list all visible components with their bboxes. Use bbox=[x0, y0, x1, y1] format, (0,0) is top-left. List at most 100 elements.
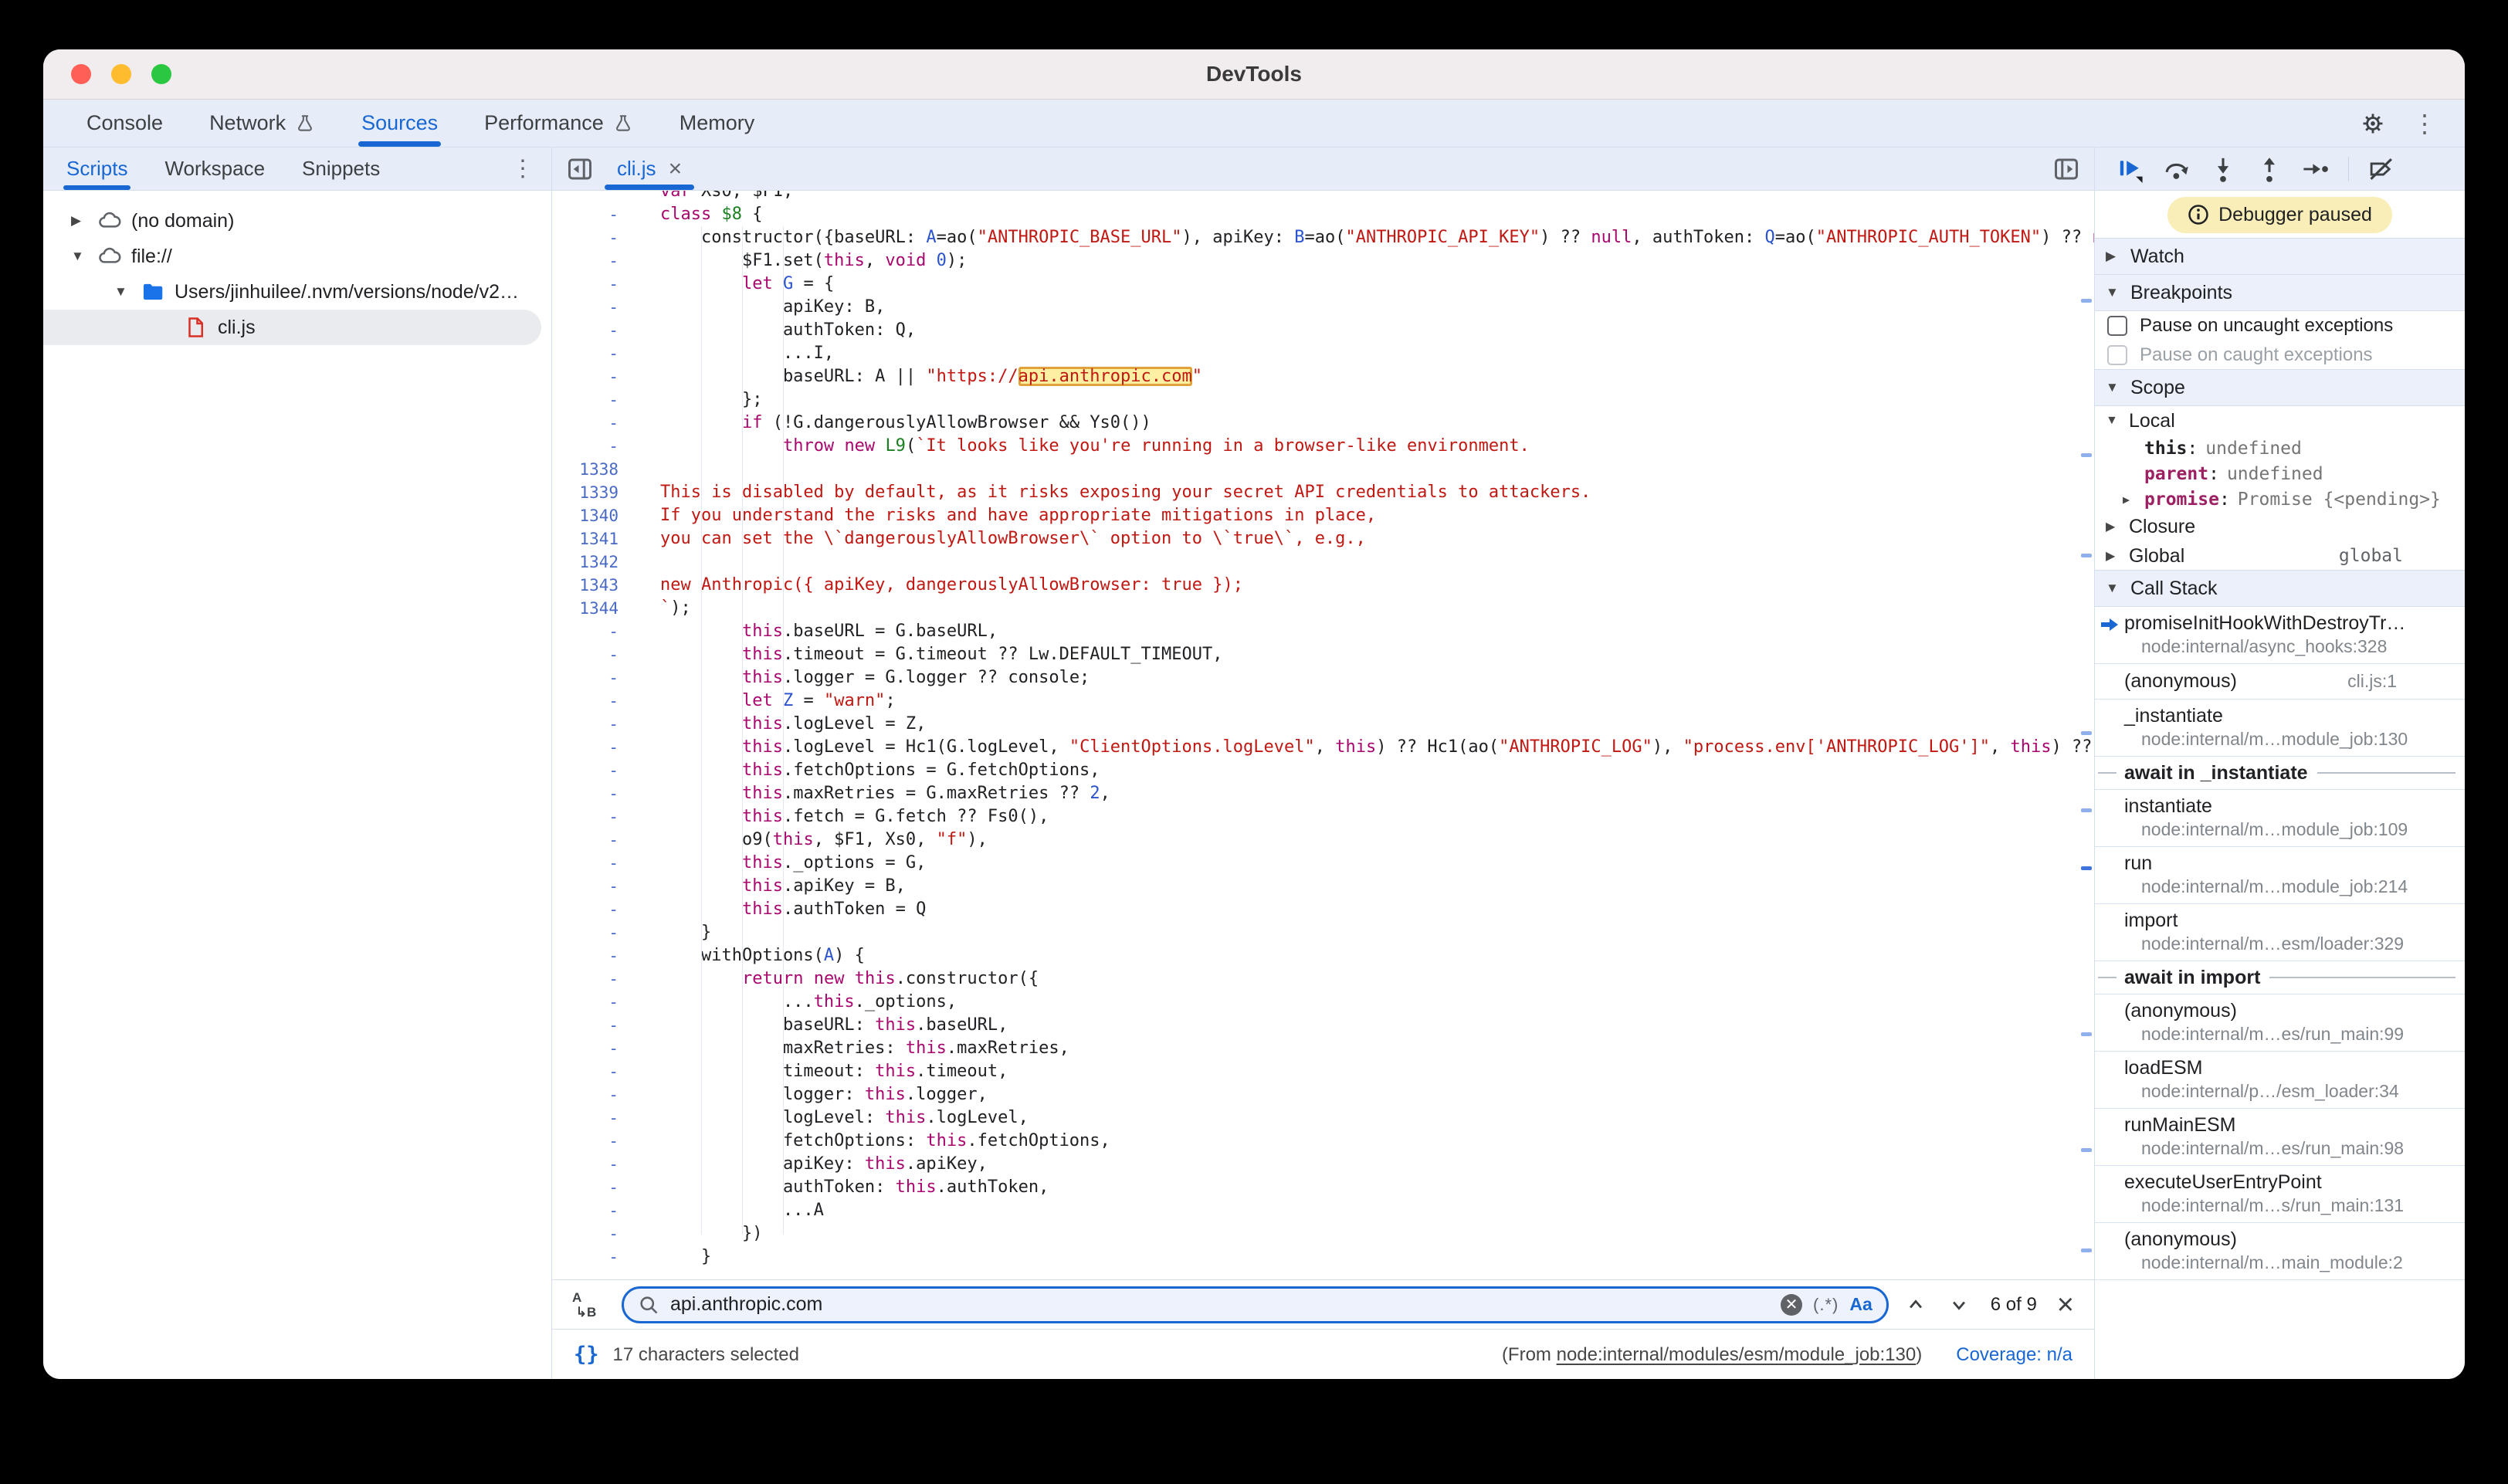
tree-item--no-domain-[interactable]: ▶(no domain) bbox=[43, 203, 551, 239]
navigator-kebab-icon[interactable]: ⋮ bbox=[511, 155, 534, 182]
call-stack-frame[interactable]: promiseInitHookWithDestroyTr…node:intern… bbox=[2095, 607, 2465, 664]
tab-sources[interactable]: Sources bbox=[338, 100, 461, 147]
checkbox-pause-on-caught-exceptions[interactable]: Pause on caught exceptions bbox=[2095, 341, 2465, 370]
line-number-gutter[interactable]: - bbox=[552, 1060, 639, 1083]
line-number-gutter[interactable]: - bbox=[552, 1245, 639, 1269]
disclosure-arrow-icon[interactable]: ▼ bbox=[71, 249, 97, 264]
checkbox-pause-on-uncaught-exceptions[interactable]: Pause on uncaught exceptions bbox=[2095, 311, 2465, 341]
section-scope[interactable]: ▼Scope bbox=[2095, 369, 2465, 406]
line-number-gutter[interactable]: - bbox=[552, 898, 639, 921]
line-number-gutter[interactable]: - bbox=[552, 273, 639, 296]
call-stack-frame[interactable]: importnode:internal/m…esm/loader:329 bbox=[2095, 904, 2465, 961]
call-stack-frame[interactable]: (anonymous)node:internal/m…main_module:2 bbox=[2095, 1223, 2465, 1280]
line-number-gutter[interactable]: - bbox=[552, 319, 639, 342]
call-stack-frame[interactable]: runMainESMnode:internal/m…es/run_main:98 bbox=[2095, 1109, 2465, 1166]
scope-var-parent[interactable]: parent:undefined bbox=[2095, 461, 2465, 486]
step-into-icon[interactable] bbox=[2209, 155, 2237, 183]
hide-debugger-panel-icon[interactable] bbox=[2052, 155, 2080, 183]
scrollbar-match-tick[interactable] bbox=[2081, 808, 2092, 812]
minimize-window-button[interactable] bbox=[111, 64, 131, 84]
line-number-gutter[interactable]: - bbox=[552, 1037, 639, 1060]
navigator-tab-scripts[interactable]: Scripts bbox=[48, 147, 146, 190]
line-number-gutter[interactable]: - bbox=[552, 689, 639, 713]
line-number-gutter[interactable]: - bbox=[552, 759, 639, 782]
tab-close-icon[interactable]: × bbox=[669, 158, 683, 181]
section-call-stack[interactable]: ▼Call Stack bbox=[2095, 570, 2465, 607]
tab-network[interactable]: Network bbox=[186, 100, 338, 147]
scope-group-local[interactable]: ▼Local bbox=[2095, 406, 2465, 435]
pretty-print-icon[interactable]: {} bbox=[574, 1343, 599, 1367]
call-stack-frame[interactable]: runnode:internal/m…module_job:214 bbox=[2095, 847, 2465, 904]
line-number-gutter[interactable]: - bbox=[552, 342, 639, 365]
settings-gear-icon[interactable] bbox=[2360, 110, 2386, 137]
line-number-gutter[interactable]: - bbox=[552, 412, 639, 435]
close-window-button[interactable] bbox=[71, 64, 91, 84]
line-number-gutter[interactable]: 1344 bbox=[552, 597, 639, 620]
step-over-icon[interactable] bbox=[2163, 155, 2191, 183]
scrollbar-match-tick[interactable] bbox=[2081, 1032, 2092, 1036]
line-number-gutter[interactable]: - bbox=[552, 1176, 639, 1199]
line-number-gutter[interactable]: 1341 bbox=[552, 527, 639, 551]
search-query[interactable]: api.anthropic.com bbox=[670, 1293, 1770, 1316]
line-number-gutter[interactable]: - bbox=[552, 1222, 639, 1245]
line-number-gutter[interactable]: - bbox=[552, 852, 639, 875]
section-breakpoints[interactable]: ▼Breakpoints bbox=[2095, 274, 2465, 311]
line-number-gutter[interactable]: - bbox=[552, 435, 639, 458]
line-number-gutter[interactable]: - bbox=[552, 666, 639, 689]
step-out-icon[interactable] bbox=[2256, 155, 2283, 183]
scope-group-closure[interactable]: ▶Closure bbox=[2095, 512, 2465, 541]
scrollbar-match-tick[interactable] bbox=[2081, 1249, 2092, 1252]
resume-icon[interactable] bbox=[2117, 155, 2144, 183]
scrollbar-match-tick[interactable] bbox=[2081, 866, 2092, 870]
previous-match-icon[interactable] bbox=[1904, 1293, 1927, 1316]
line-number-gutter[interactable]: - bbox=[552, 1106, 639, 1130]
scrollbar-match-tick[interactable] bbox=[2081, 299, 2092, 303]
tree-item-file-[interactable]: ▼file:// bbox=[43, 239, 551, 274]
line-number-gutter[interactable]: - bbox=[552, 805, 639, 828]
line-number-gutter[interactable]: - bbox=[552, 782, 639, 805]
line-number-gutter[interactable]: 1339 bbox=[552, 481, 639, 504]
line-number-gutter[interactable]: - bbox=[552, 736, 639, 759]
replace-toggle-icon[interactable]: A ↳B bbox=[572, 1290, 606, 1320]
scrollbar-match-tick[interactable] bbox=[2081, 1148, 2092, 1152]
call-stack-frame[interactable]: executeUserEntryPointnode:internal/m…s/r… bbox=[2095, 1166, 2465, 1223]
line-number-gutter[interactable]: - bbox=[552, 967, 639, 991]
line-number-gutter[interactable]: - bbox=[552, 875, 639, 898]
line-number-gutter[interactable]: 1342 bbox=[552, 551, 639, 574]
scrollbar-match-tick[interactable] bbox=[2081, 731, 2092, 735]
tab-console[interactable]: Console bbox=[63, 100, 186, 147]
search-input[interactable]: api.anthropic.com ✕ (.*) Aa bbox=[622, 1286, 1889, 1323]
line-number-gutter[interactable]: - bbox=[552, 921, 639, 944]
tab-performance[interactable]: Performance bbox=[461, 100, 656, 147]
search-match-scrollbar[interactable] bbox=[2079, 191, 2092, 1279]
navigator-tab-snippets[interactable]: Snippets bbox=[283, 147, 398, 190]
more-options-kebab-icon[interactable]: ⋮ bbox=[2412, 111, 2437, 136]
tab-memory[interactable]: Memory bbox=[656, 100, 778, 147]
hide-navigator-icon[interactable] bbox=[566, 155, 594, 183]
checkbox-icon[interactable] bbox=[2107, 316, 2127, 336]
line-number-gutter[interactable]: - bbox=[552, 296, 639, 319]
call-stack-frame[interactable]: _instantiatenode:internal/m…module_job:1… bbox=[2095, 700, 2465, 757]
scrollbar-match-tick[interactable] bbox=[2081, 554, 2092, 557]
tree-item-cli-js[interactable]: cli.js bbox=[43, 310, 541, 345]
zoom-window-button[interactable] bbox=[151, 64, 171, 84]
coverage-link[interactable]: Coverage: n/a bbox=[1956, 1344, 2072, 1366]
call-stack-frame[interactable]: (anonymous)cli.js:1 bbox=[2095, 664, 2465, 700]
call-stack-frame[interactable]: loadESMnode:internal/p…/esm_loader:34 bbox=[2095, 1052, 2465, 1109]
line-number-gutter[interactable]: - bbox=[552, 944, 639, 967]
code-editor[interactable]: var Xs0, $F1;-class $8 {- constructor({b… bbox=[552, 191, 2094, 1279]
line-number-gutter[interactable]: - bbox=[552, 388, 639, 412]
line-number-gutter[interactable] bbox=[552, 191, 639, 203]
navigator-tab-workspace[interactable]: Workspace bbox=[146, 147, 283, 190]
scope-group-global[interactable]: ▶Globalglobal bbox=[2095, 541, 2465, 571]
deactivate-breakpoints-icon[interactable] bbox=[2367, 155, 2395, 183]
close-search-icon[interactable]: × bbox=[2057, 1290, 2074, 1320]
scrollbar-match-tick[interactable] bbox=[2081, 453, 2092, 457]
line-number-gutter[interactable]: - bbox=[552, 203, 639, 226]
scope-var-promise[interactable]: ▶promise:Promise {<pending>} bbox=[2095, 486, 2465, 512]
disclosure-arrow-icon[interactable]: ▶ bbox=[71, 213, 97, 229]
tree-item-users-jinhuilee-nvm-versions-node-v2-[interactable]: ▼Users/jinhuilee/.nvm/versions/node/v2… bbox=[43, 274, 551, 310]
line-number-gutter[interactable]: - bbox=[552, 226, 639, 249]
line-number-gutter[interactable]: - bbox=[552, 1199, 639, 1222]
line-number-gutter[interactable]: - bbox=[552, 828, 639, 852]
